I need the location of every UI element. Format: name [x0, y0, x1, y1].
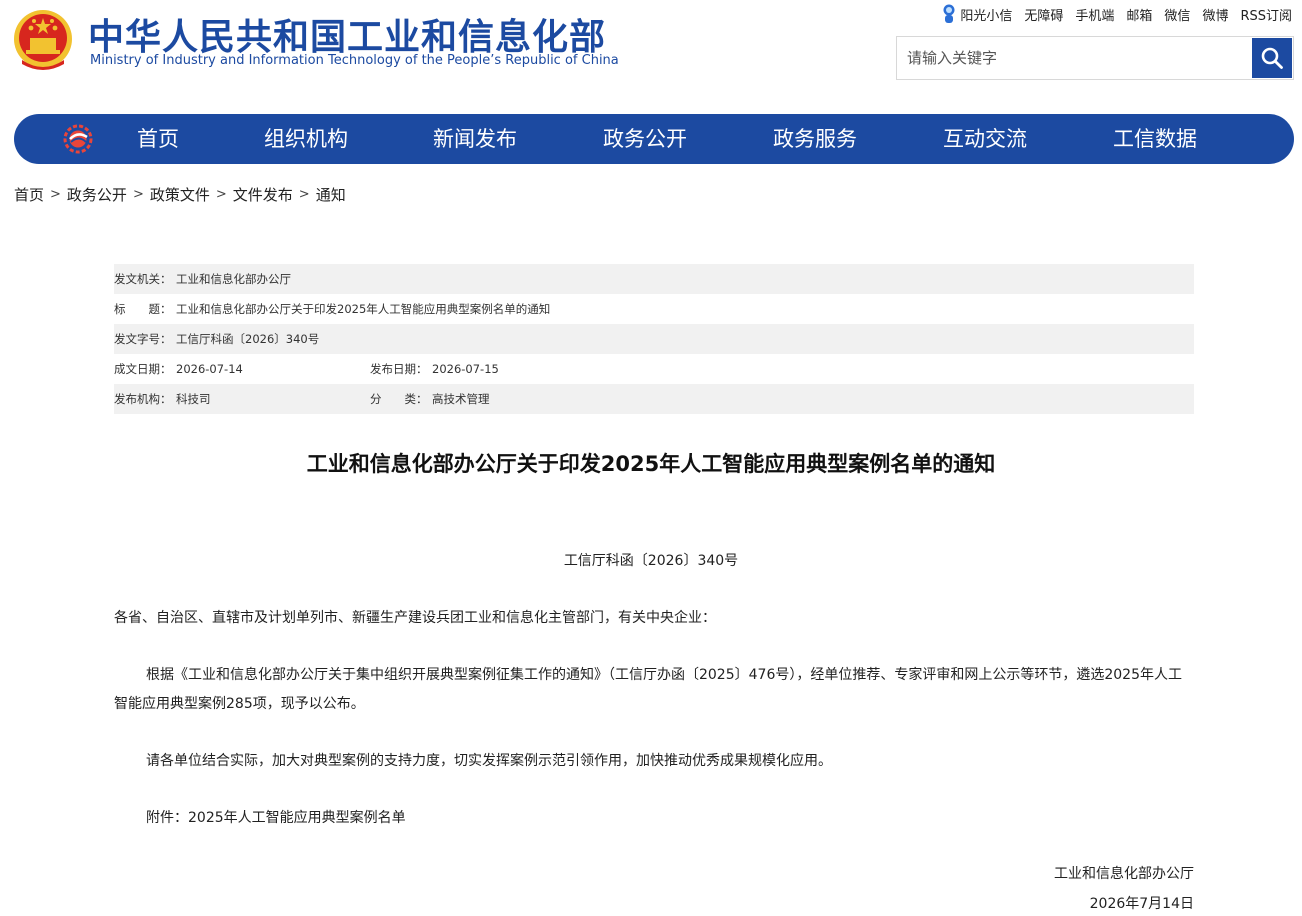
meta-issuer-value: 工业和信息化部办公厅	[176, 272, 291, 286]
meta-category-value: 高技术管理	[432, 392, 490, 406]
top-link-sunshine[interactable]: 阳光小信	[941, 3, 1012, 25]
article-title: 工业和信息化部办公厅关于印发2025年人工智能应用典型案例名单的通知	[306, 452, 996, 476]
breadcrumb-separator: >	[132, 187, 144, 202]
meta-label: 成文日期：	[114, 362, 172, 376]
article-date: 2026年7月14日	[1089, 896, 1194, 912]
nav-data[interactable]: 工信数据	[1113, 114, 1197, 164]
meta-label: 发文字号：	[114, 332, 172, 346]
top-link-mailbox[interactable]: 邮箱	[1126, 5, 1152, 24]
miit-logo-icon[interactable]	[62, 123, 94, 155]
article-signer: 工业和信息化部办公厅	[1054, 866, 1194, 882]
meta-title-value: 工业和信息化部办公厅关于印发2025年人工智能应用典型案例名单的通知	[176, 302, 551, 316]
breadcrumb-open-government[interactable]: 政务公开	[67, 184, 127, 205]
search-button[interactable]	[1252, 38, 1292, 78]
search-icon	[1261, 47, 1283, 69]
top-links: 阳光小信 无障碍 手机端 邮箱 微信 微博 RSS订阅	[941, 3, 1292, 25]
nav-open-government[interactable]: 政务公开	[603, 114, 687, 164]
nav-news[interactable]: 新闻发布	[433, 114, 517, 164]
search-input[interactable]	[897, 37, 1251, 79]
article-doc-number: 工信厅科函〔2026〕340号	[563, 553, 739, 569]
breadcrumb-separator: >	[298, 187, 310, 202]
top-link-weibo[interactable]: 微博	[1202, 5, 1228, 24]
meta-org-value: 科技司	[176, 392, 211, 406]
top-link-rss[interactable]: RSS订阅	[1240, 5, 1292, 24]
meta-docno-value: 工信厅科函〔2026〕340号	[176, 332, 320, 346]
nav-interaction[interactable]: 互动交流	[943, 114, 1027, 164]
meta-label: 发文机关：	[114, 272, 172, 286]
meta-created-value: 2026-07-14	[176, 362, 243, 376]
document-meta-table: 发文机关： 工业和信息化部办公厅 标 题： 工业和信息化部办公厅关于印发2025…	[114, 264, 1194, 414]
search-box	[896, 36, 1294, 80]
top-link-accessibility[interactable]: 无障碍	[1024, 5, 1063, 24]
article-attachment[interactable]: 附件：2025年人工智能应用典型案例名单	[114, 804, 1194, 833]
site-title-en[interactable]: Ministry of Industry and Information Tec…	[90, 53, 619, 68]
meta-published-value: 2026-07-15	[432, 362, 499, 376]
breadcrumb: 首页 > 政务公开 > 政策文件 > 文件发布 > 通知	[14, 184, 346, 205]
main-nav: 首页 组织机构 新闻发布 政务公开 政务服务 互动交流 工信数据	[14, 114, 1294, 164]
meta-row-dates: 成文日期： 2026-07-14 发布日期： 2026-07-15	[114, 354, 1194, 384]
article-paragraph: 根据《工业和信息化部办公厅关于集中组织开展典型案例征集工作的通知》（工信厅办函〔…	[114, 667, 1182, 712]
nav-home[interactable]: 首页	[137, 114, 179, 164]
top-link-wechat[interactable]: 微信	[1164, 5, 1190, 24]
meta-label: 标 题：	[114, 302, 172, 316]
meta-row-title: 标 题： 工业和信息化部办公厅关于印发2025年人工智能应用典型案例名单的通知	[114, 294, 1194, 324]
breadcrumb-separator: >	[215, 187, 227, 202]
breadcrumb-policy-docs[interactable]: 政策文件	[150, 184, 210, 205]
article-paragraph: 请各单位结合实际，加大对典型案例的支持力度，切实发挥案例示范引领作用，加快推动优…	[146, 753, 832, 769]
meta-row-docno: 发文字号： 工信厅科函〔2026〕340号	[114, 324, 1194, 354]
meta-row-issuer: 发文机关： 工业和信息化部办公厅	[114, 264, 1194, 294]
article-salutation: 各省、自治区、直辖市及计划单列市、新疆生产建设兵团工业和信息化主管部门，有关中央…	[114, 610, 716, 626]
breadcrumb-file-release[interactable]: 文件发布	[233, 184, 293, 205]
meta-row-org: 发布机构： 科技司 分 类： 高技术管理	[114, 384, 1194, 414]
nav-government-service[interactable]: 政务服务	[773, 114, 857, 164]
mascot-icon	[943, 4, 955, 23]
site-header: 中华人民共和国工业和信息化部 Ministry of Industry and …	[0, 0, 1302, 100]
meta-label: 发布日期：	[370, 362, 428, 376]
meta-label: 发布机构：	[114, 392, 172, 406]
breadcrumb-home[interactable]: 首页	[14, 184, 44, 205]
breadcrumb-separator: >	[50, 187, 61, 202]
meta-label: 分 类：	[370, 392, 428, 406]
nav-organization[interactable]: 组织机构	[264, 114, 348, 164]
top-link-mobile[interactable]: 手机端	[1075, 5, 1114, 24]
breadcrumb-notice[interactable]: 通知	[316, 184, 346, 205]
national-emblem-icon[interactable]	[12, 8, 74, 72]
top-link-label[interactable]: 阳光小信	[960, 5, 1012, 24]
